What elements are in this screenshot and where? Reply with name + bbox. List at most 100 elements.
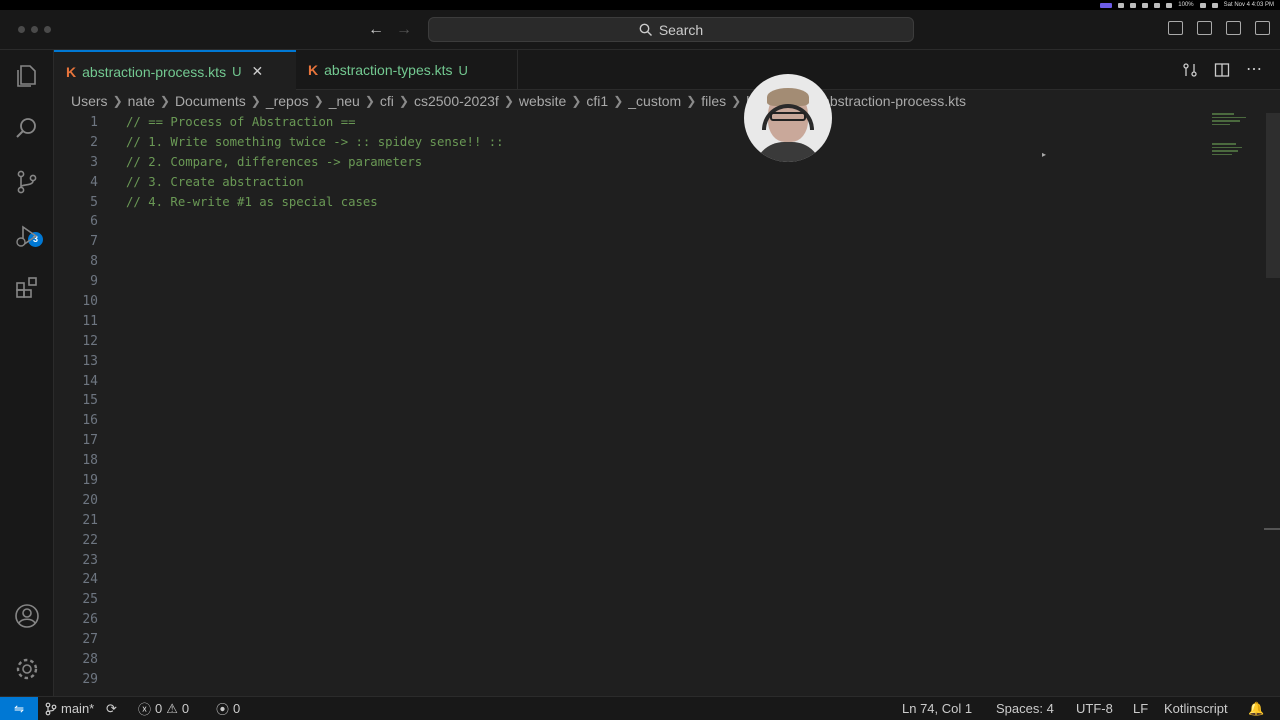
chevron-right-icon: ❯ (613, 94, 624, 108)
line-number: 24 (82, 572, 98, 588)
breadcrumb-item[interactable]: nate (128, 93, 155, 109)
vertical-scrollbar[interactable] (1266, 113, 1280, 278)
minimap-line (1212, 143, 1236, 145)
spotlight-icon[interactable] (1211, 2, 1218, 8)
title-bar: ← → Search (0, 10, 1280, 50)
line-number: 5 (90, 194, 98, 210)
line-number: 27 (82, 632, 98, 648)
code-line[interactable]: // == Process of Abstraction == (126, 113, 504, 133)
tab-abstraction-types[interactable]: K abstraction-types.kts U (296, 50, 518, 90)
line-number: 3 (90, 154, 98, 170)
zoom-window-button[interactable] (44, 26, 51, 33)
line-number: 28 (82, 652, 98, 668)
line-number: 17 (82, 433, 98, 449)
minimap[interactable] (1212, 113, 1252, 183)
untracked-indicator: U (232, 64, 242, 79)
menu-clock[interactable]: Sat Nov 4 4:03 PM (1224, 1, 1274, 9)
toggle-panel-icon[interactable] (1197, 21, 1212, 35)
close-window-button[interactable] (18, 26, 25, 33)
line-number: 18 (82, 453, 98, 469)
breadcrumb-file[interactable]: abstraction-process.kts (822, 93, 966, 109)
bluetooth-icon[interactable] (1166, 2, 1173, 8)
minimize-window-button[interactable] (31, 26, 38, 33)
breadcrumb-item[interactable]: _repos (266, 93, 309, 109)
minimap-line (1212, 153, 1232, 155)
open-changes-icon[interactable] (1182, 62, 1198, 78)
gear-icon[interactable] (11, 653, 43, 685)
apple-icon[interactable] (8, 1, 16, 9)
toggle-secondary-sidebar-icon[interactable] (1226, 21, 1241, 35)
warning-icon: ⚠ (166, 700, 178, 716)
breadcrumb-item[interactable]: cfi1 (586, 93, 608, 109)
chevron-right-icon: ❯ (686, 94, 697, 108)
menu-extra-icon[interactable] (1118, 2, 1125, 8)
cursor-position[interactable]: Ln 74, Col 1 (902, 697, 972, 720)
toggle-primary-sidebar-icon[interactable] (1168, 21, 1183, 35)
wifi-icon[interactable] (1199, 2, 1206, 8)
search-icon[interactable] (11, 112, 43, 144)
editor-tab-bar: K abstraction-process.kts U ✕ K abstract… (54, 50, 1280, 91)
breadcrumb-item[interactable]: cfi (380, 93, 394, 109)
kotlin-file-icon: K (308, 62, 319, 78)
source-control-icon[interactable] (11, 166, 43, 198)
chevron-right-icon: ❯ (250, 94, 261, 108)
chevron-right-icon: ❯ (159, 94, 170, 108)
ports-indicator[interactable]: ⦿ 0 (216, 697, 240, 720)
indentation[interactable]: Spaces: 4 (996, 697, 1054, 720)
code-line[interactable]: // 2. Compare, differences -> parameters (126, 153, 504, 173)
branch-indicator[interactable]: main* (45, 697, 94, 720)
activity-bar: 3 (0, 50, 54, 696)
forward-arrow-icon[interactable]: → (396, 20, 412, 40)
code-line[interactable]: // 4. Re-write #1 as special cases (126, 193, 504, 213)
breadcrumb-item[interactable]: _neu (329, 93, 360, 109)
broadcast-icon: ⦿ (216, 702, 230, 717)
breadcrumb: Users ❯ nate ❯ Documents ❯ _repos ❯ _neu ❯ cf… (71, 91, 966, 111)
branch-name: main* (61, 701, 95, 716)
back-arrow-icon[interactable]: ← (368, 20, 384, 40)
menu-extra-icon[interactable] (1100, 2, 1113, 8)
breadcrumb-item[interactable]: files (701, 93, 726, 109)
explorer-icon[interactable] (11, 60, 43, 92)
presenter-shirt (754, 142, 822, 162)
split-editor-icon[interactable] (1214, 62, 1230, 78)
customize-layout-icon[interactable] (1255, 21, 1270, 35)
extensions-icon[interactable] (11, 272, 43, 304)
accounts-icon[interactable] (11, 600, 43, 632)
breadcrumb-item[interactable]: Documents (175, 93, 246, 109)
breadcrumb-item[interactable]: Users (71, 93, 108, 109)
editor-actions: ⋯ (1182, 62, 1262, 78)
menu-extra-icon[interactable] (1142, 2, 1149, 8)
code-editor[interactable]: // == Process of Abstraction == // 1. Wr… (126, 113, 504, 212)
code-line[interactable]: // 1. Write something twice -> :: spidey… (126, 133, 504, 153)
error-count: 0 (155, 701, 163, 716)
macos-menu-bar: 100% Sat Nov 4 4:03 PM (0, 0, 1280, 10)
problems-indicator[interactable]: ⓧ 0 ⚠ 0 (138, 697, 189, 720)
line-ending[interactable]: LF (1133, 697, 1148, 720)
tab-abstraction-process[interactable]: K abstraction-process.kts U ✕ (54, 50, 296, 91)
line-number: 4 (90, 174, 98, 190)
line-number: 20 (82, 492, 98, 508)
menu-extra-icon[interactable] (1154, 2, 1161, 8)
sync-icon[interactable]: ⟳ (106, 697, 117, 720)
line-number: 25 (82, 592, 98, 608)
language-mode[interactable]: Kotlinscript (1164, 697, 1228, 720)
more-actions-icon[interactable]: ⋯ (1246, 62, 1262, 78)
breadcrumb-item[interactable]: _custom (628, 93, 681, 109)
chevron-right-icon: ❯ (112, 94, 123, 108)
line-number-gutter: 1 2 3 4 5 6 7 8 9 10 11 12 13 14 15 16 1… (54, 113, 98, 690)
code-line[interactable]: // 3. Create abstraction (126, 173, 504, 193)
menu-extra-icon[interactable] (1130, 2, 1137, 8)
line-number: 1 (90, 115, 98, 130)
encoding[interactable]: UTF-8 (1076, 697, 1113, 720)
line-number: 13 (82, 353, 98, 369)
command-center-search[interactable]: Search (428, 17, 914, 42)
remote-indicator-icon[interactable]: ⇋ (0, 697, 38, 720)
breadcrumb-item[interactable]: website (519, 93, 566, 109)
layout-controls (1168, 21, 1270, 35)
minimap-line (1212, 150, 1238, 152)
bell-icon[interactable]: 🔔 (1248, 697, 1264, 720)
breadcrumb-item[interactable]: cs2500-2023f (414, 93, 499, 109)
close-icon[interactable]: ✕ (251, 63, 263, 80)
minimap-line (1212, 116, 1246, 118)
run-debug-icon[interactable] (11, 220, 43, 252)
